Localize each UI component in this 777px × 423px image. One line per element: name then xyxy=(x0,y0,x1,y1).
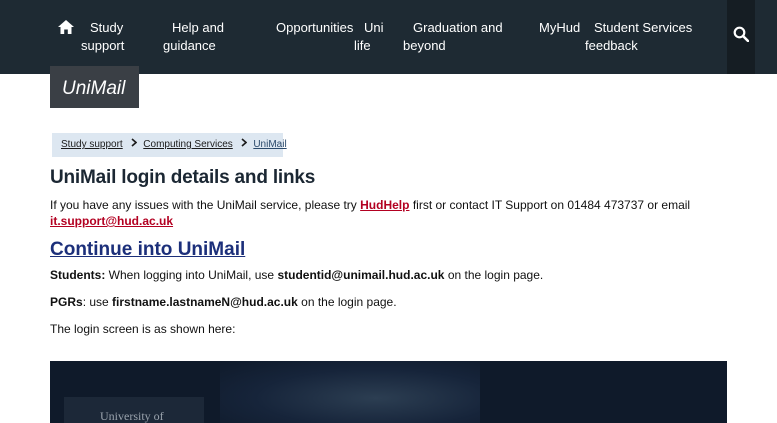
intro-paragraph: If you have any issues with the UniMail … xyxy=(50,197,690,213)
nav-item-label: beyond xyxy=(403,38,446,53)
site-title[interactable]: UniMail xyxy=(50,66,139,108)
breadcrumb: Study support Computing Services UniMail xyxy=(52,133,287,157)
pgrs-text: : use xyxy=(82,295,113,309)
nav-item-label: Student Services xyxy=(594,20,693,35)
login-screen-note: The login screen is as shown here: xyxy=(50,322,236,336)
nav-item-uni-life[interactable]: Uni life xyxy=(354,19,384,55)
nav-item-label: support xyxy=(81,38,125,53)
intro-text: If you have any issues with the UniMail … xyxy=(50,198,361,212)
top-navigation: Study support Help and guidance Opportun… xyxy=(0,0,777,74)
students-text: When logging into UniMail, use xyxy=(105,268,278,282)
nav-item-label: guidance xyxy=(163,38,216,53)
students-text: on the login page. xyxy=(444,268,544,282)
intro-text: first or contact IT Support on 01484 473… xyxy=(409,198,691,212)
students-paragraph: Students: When logging into UniMail, use… xyxy=(50,267,543,283)
breadcrumb-item-computing-services[interactable]: Computing Services xyxy=(143,139,232,150)
students-label: Students: xyxy=(50,268,106,282)
nav-item-label: Help and xyxy=(172,20,225,35)
nav-item-study-support[interactable]: Study support xyxy=(81,19,124,55)
hudhelp-link[interactable]: HudHelp xyxy=(360,198,409,212)
image-background xyxy=(220,361,480,423)
image-university-text: University of xyxy=(100,409,164,423)
nav-item-label: Opportunities xyxy=(276,20,354,35)
pgrs-label: PGRs xyxy=(50,295,83,309)
nav-item-opportunities[interactable]: Opportunities xyxy=(276,19,353,37)
nav-item-label: Graduation and xyxy=(413,20,503,35)
nav-item-student-services-feedback[interactable]: Student Services feedback xyxy=(585,19,692,55)
nav-item-myhud[interactable]: MyHud xyxy=(539,19,580,37)
pgrs-paragraph: PGRs: use firstname.lastnameN@hud.ac.uk … xyxy=(50,294,397,310)
chevron-right-icon xyxy=(130,138,137,147)
breadcrumb-item-study-support[interactable]: Study support xyxy=(61,139,123,150)
pgrs-text: on the login page. xyxy=(297,295,397,309)
nav-item-label: MyHud xyxy=(539,20,581,35)
nav-item-label: feedback xyxy=(585,38,638,53)
nav-item-label: life xyxy=(354,38,371,53)
students-login-format: studentid@unimail.hud.ac.uk xyxy=(277,268,445,282)
login-screen-image: University of xyxy=(50,361,727,423)
it-support-email-link[interactable]: it.support@hud.ac.uk xyxy=(50,214,173,228)
chevron-right-icon xyxy=(241,138,247,147)
intro-paragraph-line2: it.support@hud.ac.uk xyxy=(50,213,173,229)
page-title: UniMail login details and links xyxy=(50,167,316,188)
pgrs-login-format: firstname.lastnameN@hud.ac.uk xyxy=(112,295,298,309)
breadcrumb-item-unimail[interactable]: UniMail xyxy=(253,139,286,150)
home-icon[interactable] xyxy=(58,20,74,34)
continue-into-unimail-link[interactable]: Continue into UniMail xyxy=(50,238,245,262)
nav-item-label: Uni xyxy=(364,20,384,35)
nav-item-help-and-guidance[interactable]: Help and guidance xyxy=(163,19,224,55)
nav-item-graduation-and-beyond[interactable]: Graduation and beyond xyxy=(403,19,503,55)
search-icon[interactable] xyxy=(733,26,749,42)
nav-item-label: Study xyxy=(90,20,124,35)
